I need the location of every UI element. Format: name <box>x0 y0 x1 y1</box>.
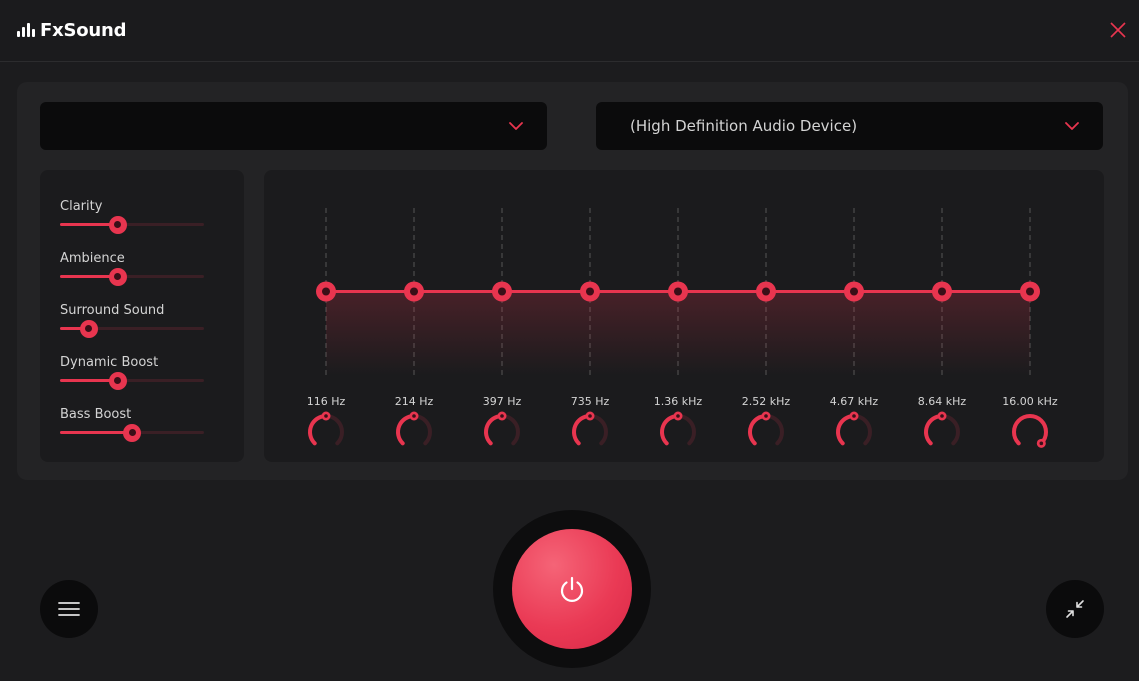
hamburger-menu-icon <box>58 602 80 616</box>
menu-button[interactable] <box>40 580 98 638</box>
eq-band-label: 2.52 kHz <box>741 395 791 408</box>
title-bar: FxSound <box>0 0 1139 62</box>
eq-band-knob[interactable] <box>660 411 696 446</box>
effect-slider[interactable] <box>60 371 204 390</box>
eq-band-knob[interactable] <box>1012 414 1048 448</box>
effect-slider-thumb[interactable] <box>108 371 127 390</box>
effect-slider-thumb[interactable] <box>108 267 127 286</box>
effect-slider-thumb[interactable] <box>79 319 98 338</box>
app-title: FxSound <box>40 19 127 41</box>
eq-band-handle[interactable] <box>932 281 952 302</box>
output-device-selected: (High Definition Audio Device) <box>630 117 858 135</box>
compact-view-icon <box>1066 600 1084 618</box>
eq-band-label: 1.36 kHz <box>653 395 703 408</box>
effect-slider-thumb[interactable] <box>123 423 141 442</box>
effect-label: Dynamic Boost <box>60 355 159 370</box>
output-device-dropdown[interactable]: (High Definition Audio Device) <box>596 102 1103 150</box>
effect-label: Clarity <box>60 199 103 214</box>
eq-band-label: 735 Hz <box>570 395 610 408</box>
eq-band-label: 397 Hz <box>482 395 522 408</box>
eq-band-knob[interactable] <box>396 411 432 446</box>
power-button[interactable] <box>512 529 632 649</box>
eq-band-label: 16.00 kHz <box>1002 395 1058 408</box>
effect-label: Ambience <box>60 251 125 266</box>
effect-label: Bass Boost <box>60 407 132 422</box>
eq-band-handle[interactable] <box>580 281 600 302</box>
eq-band-handle[interactable] <box>844 281 864 302</box>
effect-slider[interactable] <box>60 215 204 234</box>
equalizer-graph <box>308 208 1048 448</box>
eq-band-handle[interactable] <box>1020 281 1040 302</box>
eq-band-label: 214 Hz <box>394 395 434 408</box>
chevron-down-icon <box>1065 122 1079 130</box>
eq-band-knob[interactable] <box>748 411 784 446</box>
eq-band-knob[interactable] <box>484 411 520 446</box>
effect-slider-fill <box>60 431 132 434</box>
effect-slider[interactable] <box>60 267 204 286</box>
eq-band-knob[interactable] <box>924 411 960 446</box>
eq-band-label: 116 Hz <box>306 395 346 408</box>
effect-label: Surround Sound <box>60 303 165 318</box>
power-icon <box>560 576 584 602</box>
effect-slider-thumb[interactable] <box>108 215 127 234</box>
eq-band-handle[interactable] <box>756 281 776 302</box>
eq-band-label: 4.67 kHz <box>829 395 879 408</box>
effect-slider[interactable] <box>60 423 204 442</box>
eq-band-knob[interactable] <box>572 411 608 446</box>
close-button[interactable] <box>1106 18 1130 42</box>
eq-band-label: 8.64 kHz <box>917 395 967 408</box>
eq-band-handle[interactable] <box>404 281 424 302</box>
eq-band-knob[interactable] <box>308 411 344 446</box>
close-icon <box>1110 22 1126 38</box>
preset-dropdown[interactable] <box>40 102 547 150</box>
eq-band-handle[interactable] <box>492 281 512 302</box>
equalizer-logo-icon <box>17 23 35 37</box>
app-logo: FxSound <box>17 18 127 42</box>
eq-band-handle[interactable] <box>668 281 688 302</box>
eq-band-knob[interactable] <box>836 411 872 446</box>
eq-curve-fill <box>326 291 1030 375</box>
compact-view-button[interactable] <box>1046 580 1104 638</box>
chevron-down-icon <box>509 122 523 130</box>
equalizer-card: 116 Hz 214 Hz 397 Hz 735 Hz 1.36 kHz 2.52 kHz… <box>264 170 1104 462</box>
eq-band-handle[interactable] <box>316 281 336 302</box>
effect-slider[interactable] <box>60 319 204 338</box>
